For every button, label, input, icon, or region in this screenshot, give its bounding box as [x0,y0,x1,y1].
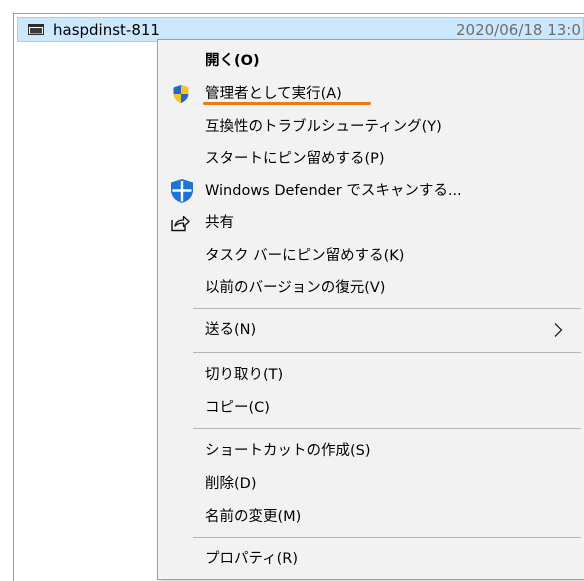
menu-item-share[interactable]: 共有 [158,207,584,239]
menu-item-create-shortcut[interactable]: ショートカットの作成(S) [158,435,584,467]
context-menu: 開く(O) 管理者として実行(A) 互換性のトラブルシューティング(Y) スター… [157,39,584,580]
chevron-right-icon [554,323,563,337]
menu-item-open[interactable]: 開く(O) [158,45,584,77]
file-name: haspdinst-811 [53,21,160,39]
menu-item-label: タスク バーにピン留めする(K) [205,248,405,264]
menu-item-label: Windows Defender でスキャンする... [205,183,462,199]
share-icon [171,215,190,232]
menu-separator [193,428,581,429]
menu-item-label: コピー(C) [205,400,270,416]
menu-item-restore-previous-versions[interactable]: 以前のバージョンの復元(V) [158,272,584,304]
menu-separator [193,352,581,353]
menu-item-label: 削除(D) [205,476,257,492]
menu-item-pin-to-taskbar[interactable]: タスク バーにピン留めする(K) [158,240,584,272]
application-window-icon [28,24,44,35]
menu-item-cut[interactable]: 切り取り(T) [158,359,584,391]
menu-item-label: 共有 [205,215,234,231]
windows-defender-icon [171,179,193,203]
menu-item-label: 開く(O) [205,53,260,69]
menu-item-run-as-admin[interactable]: 管理者として実行(A) [158,78,584,110]
menu-item-label: プロパティ(R) [205,551,299,567]
menu-item-pin-to-start[interactable]: スタートにピン留めする(P) [158,143,584,175]
menu-item-properties[interactable]: プロパティ(R) [158,543,584,575]
menu-item-label: 管理者として実行(A) [205,86,342,102]
menu-item-compatibility-troubleshoot[interactable]: 互換性のトラブルシューティング(Y) [158,111,584,143]
highlight-underline [203,102,371,105]
menu-separator [193,537,581,538]
menu-item-send-to[interactable]: 送る(N) [158,314,584,346]
menu-item-label: 互換性のトラブルシューティング(Y) [205,119,442,135]
menu-item-label: 送る(N) [205,322,257,338]
menu-item-label: 以前のバージョンの復元(V) [205,280,386,296]
menu-item-label: スタートにピン留めする(P) [205,151,385,167]
file-modified-date: 2020/06/18 13:0 [456,21,581,39]
menu-item-rename[interactable]: 名前の変更(M) [158,501,584,533]
menu-item-copy[interactable]: コピー(C) [158,392,584,424]
menu-item-label: ショートカットの作成(S) [205,443,371,459]
menu-item-label: 切り取り(T) [205,367,284,383]
menu-item-label: 名前の変更(M) [205,509,302,525]
menu-item-delete[interactable]: 削除(D) [158,468,584,500]
menu-item-defender-scan[interactable]: Windows Defender でスキャンする... [158,175,584,207]
menu-separator [193,308,581,309]
uac-shield-icon [173,85,189,103]
